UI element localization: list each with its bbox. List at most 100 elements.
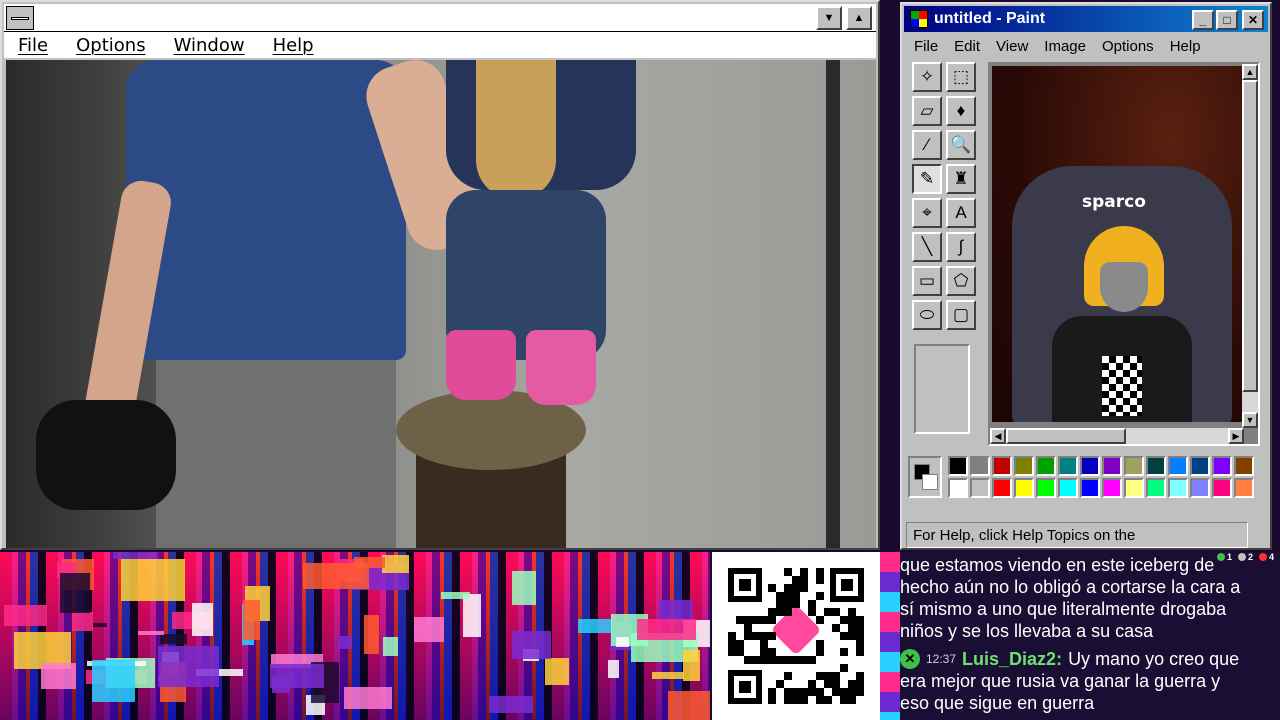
- minimize-button[interactable]: ▼: [816, 6, 842, 30]
- palette-swatch[interactable]: [1146, 456, 1166, 476]
- qr-module: [808, 656, 816, 664]
- system-menu-button[interactable]: [6, 6, 34, 30]
- light-stand: [826, 60, 840, 548]
- vertical-scroll-thumb[interactable]: [1242, 80, 1258, 392]
- menu-file[interactable]: File: [18, 35, 48, 56]
- palette-swatch[interactable]: [1146, 478, 1166, 498]
- chat-message: ✕ 12:37 Luis_Diaz2: Uy mano yo creo que …: [900, 648, 1272, 714]
- palette-swatch[interactable]: [970, 478, 990, 498]
- polygon-icon[interactable]: ⬠: [946, 266, 976, 296]
- pick-color-icon[interactable]: ∕: [912, 130, 942, 160]
- palette-swatch[interactable]: [1080, 456, 1100, 476]
- paint-titlebar[interactable]: untitled - Paint _ □ ✕: [904, 6, 1268, 32]
- glitch-block: [72, 612, 93, 631]
- magnifier-icon[interactable]: 🔍: [946, 130, 976, 160]
- free-form-select-icon[interactable]: ✧: [912, 62, 942, 92]
- palette-swatch[interactable]: [1168, 456, 1188, 476]
- scroll-right-button[interactable]: ▶: [1228, 428, 1244, 444]
- select-icon[interactable]: ⬚: [946, 62, 976, 92]
- paint-maximize-button[interactable]: □: [1216, 10, 1238, 30]
- palette-swatch[interactable]: [1234, 478, 1254, 498]
- scroll-up-button[interactable]: ▲: [1242, 64, 1258, 80]
- paint-minimize-button[interactable]: _: [1192, 10, 1214, 30]
- tool-options-box[interactable]: [914, 344, 970, 434]
- qr-module: [736, 648, 744, 656]
- palette-swatch[interactable]: [1058, 456, 1078, 476]
- pink-boot-left: [446, 330, 516, 400]
- palette-swatch[interactable]: [1058, 478, 1078, 498]
- paint-menu-edit[interactable]: Edit: [954, 38, 980, 55]
- chat-username[interactable]: Luis_Diaz2:: [962, 648, 1062, 670]
- paint-app-icon[interactable]: [910, 10, 928, 28]
- palette-swatch[interactable]: [1014, 456, 1034, 476]
- airbrush-icon[interactable]: ⌖: [912, 198, 942, 228]
- horizontal-scrollbar[interactable]: ◀ ▶: [990, 428, 1244, 444]
- paint-close-button[interactable]: ✕: [1242, 10, 1264, 30]
- palette-swatch[interactable]: [1212, 456, 1232, 476]
- fill-with-color-icon[interactable]: ♦: [946, 96, 976, 126]
- palette-swatch[interactable]: [1190, 456, 1210, 476]
- palette-swatch[interactable]: [948, 456, 968, 476]
- line-icon[interactable]: ╲: [912, 232, 942, 262]
- menu-help[interactable]: Help: [273, 35, 314, 56]
- palette-swatch[interactable]: [1124, 478, 1144, 498]
- eraser-icon[interactable]: ▱: [912, 96, 942, 126]
- maximize-button[interactable]: ▲: [846, 6, 872, 30]
- paint-menu-view[interactable]: View: [996, 38, 1028, 55]
- palette-swatch[interactable]: [1124, 456, 1144, 476]
- qr-module: [768, 608, 776, 616]
- scroll-left-button[interactable]: ◀: [990, 428, 1006, 444]
- glitch-block: [545, 658, 569, 685]
- qr-module: [856, 672, 864, 680]
- paint-menu-file[interactable]: File: [914, 38, 938, 55]
- glitch-block: [683, 650, 700, 681]
- palette-swatch[interactable]: [948, 478, 968, 498]
- palette-swatch[interactable]: [992, 478, 1012, 498]
- qr-module: [856, 640, 864, 648]
- scroll-down-button[interactable]: ▼: [1242, 412, 1258, 428]
- qr-module: [752, 656, 760, 664]
- palette-swatch[interactable]: [1036, 456, 1056, 476]
- palette-swatch[interactable]: [1212, 478, 1232, 498]
- paint-menubar: File Edit View Image Options Help: [904, 34, 1268, 58]
- palette-swatch[interactable]: [1014, 478, 1034, 498]
- qr-module: [728, 648, 736, 656]
- paint-menu-help[interactable]: Help: [1170, 38, 1201, 55]
- qr-module: [792, 600, 800, 608]
- rectangle-icon[interactable]: ▭: [912, 266, 942, 296]
- rounded-rectangle-icon[interactable]: ▢: [946, 300, 976, 330]
- glitch-block: [616, 637, 629, 647]
- palette-swatch[interactable]: [1080, 478, 1100, 498]
- menu-window[interactable]: Window: [174, 35, 245, 56]
- glitch-block: [338, 636, 352, 649]
- video-window-titlebar[interactable]: ▼ ▲: [4, 4, 876, 32]
- palette-swatch[interactable]: [1102, 456, 1122, 476]
- horizontal-scroll-thumb[interactable]: [1006, 428, 1126, 444]
- qr-module: [832, 608, 840, 616]
- menu-options[interactable]: Options: [76, 35, 145, 56]
- qr-module: [784, 584, 792, 592]
- pencil-icon[interactable]: ✎: [912, 164, 942, 194]
- qr-module: [848, 624, 856, 632]
- palette-swatch[interactable]: [970, 456, 990, 476]
- paint-menu-image[interactable]: Image: [1044, 38, 1086, 55]
- paint-menu-options[interactable]: Options: [1102, 38, 1154, 55]
- text-icon[interactable]: A: [946, 198, 976, 228]
- brush-icon[interactable]: ♜: [946, 164, 976, 194]
- palette-swatch[interactable]: [1190, 478, 1210, 498]
- palette-swatch[interactable]: [1168, 478, 1188, 498]
- palette-swatch[interactable]: [1234, 456, 1254, 476]
- qr-module: [752, 616, 760, 624]
- palette-swatch[interactable]: [1102, 478, 1122, 498]
- palette-swatch[interactable]: [1036, 478, 1056, 498]
- curve-icon[interactable]: ∫: [946, 232, 976, 262]
- ellipse-icon[interactable]: ⬭: [912, 300, 942, 330]
- vertical-scrollbar[interactable]: ▲ ▼: [1242, 64, 1258, 428]
- qr-module: [856, 680, 864, 688]
- chat-message-line: Uy mano yo creo que: [1068, 649, 1240, 669]
- qr-module: [776, 608, 784, 616]
- palette-swatch[interactable]: [992, 456, 1012, 476]
- qr-code[interactable]: [712, 552, 880, 720]
- glitch-block: [383, 637, 398, 656]
- drawing-canvas[interactable]: sparco: [992, 66, 1246, 422]
